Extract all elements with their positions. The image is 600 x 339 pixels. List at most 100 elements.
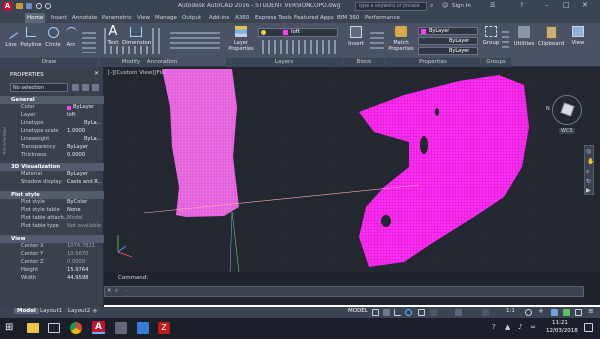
prop-row[interactable]: Plot style ByColor [0, 199, 104, 207]
layer-dropdown[interactable]: loft [258, 28, 338, 37]
match-properties-tool[interactable]: Match Properties [388, 26, 414, 52]
customization-menu-icon[interactable]: ≡ [588, 307, 594, 315]
command-close-icon[interactable]: ✕ [107, 288, 112, 294]
search-box[interactable]: Type a keyword or phrase [355, 2, 427, 11]
annotation-scale[interactable]: 1:1 [506, 308, 515, 314]
tab-performance[interactable]: Performance [363, 13, 402, 23]
tab-home[interactable]: Home [25, 13, 46, 23]
snap-toggle-icon[interactable] [383, 309, 390, 316]
plus-icon[interactable]: + [538, 307, 544, 315]
tab-model[interactable]: Model [14, 308, 39, 314]
clean-screen-icon[interactable] [575, 309, 582, 316]
group-tool[interactable]: Group [482, 26, 500, 46]
viewcube-box[interactable] [560, 102, 575, 117]
linetype-dropdown[interactable]: ByLayer [418, 37, 478, 45]
color-dropdown[interactable]: ByLayer [418, 27, 478, 35]
prop-row[interactable]: Plot table attach... Model [0, 215, 104, 223]
prop-row[interactable]: Linetype ByLa... [0, 120, 104, 128]
hardware-acceleration-icon[interactable] [563, 309, 570, 316]
prop-row[interactable]: Center X 1074.7821 [0, 243, 104, 251]
section-plot-style[interactable]: Plot style [0, 191, 104, 199]
layer-properties-tool[interactable]: Layer Properties [228, 26, 254, 52]
layer-tools-icon[interactable] [258, 40, 338, 54]
search-icon[interactable]: ⌕ [430, 2, 433, 10]
panel-label-block[interactable]: Block [343, 58, 385, 67]
prop-row[interactable]: Thickness 0.0000 [0, 152, 104, 160]
tab-bim-360[interactable]: BIM 360 [335, 13, 361, 23]
undo-icon[interactable] [36, 3, 42, 9]
dimension-tool[interactable]: Dimension [122, 25, 151, 46]
store-icon[interactable] [137, 322, 149, 334]
tab-manage[interactable]: Manage [153, 13, 179, 23]
prop-row[interactable]: Transparency ByLayer [0, 144, 104, 152]
tab-insert[interactable]: Insert [49, 13, 69, 23]
arc-tool[interactable]: Arc [64, 27, 78, 48]
open-icon[interactable] [16, 3, 23, 9]
circle-tool[interactable]: Circle [45, 27, 61, 48]
utilities-tool[interactable]: Utilities [512, 26, 536, 47]
clipboard-tool[interactable]: Clipboard [538, 26, 564, 47]
tab-featured-apps[interactable]: Featured Apps [292, 13, 336, 23]
ortho-toggle-icon[interactable] [394, 309, 401, 316]
prop-row[interactable]: Linetype scale 1.0000 [0, 128, 104, 136]
annotation-visibility-icon[interactable] [482, 309, 489, 316]
search-input[interactable]: Type a keyword or phrase [358, 4, 420, 9]
zoom-icon[interactable]: ⌕ [586, 168, 589, 176]
tray-date[interactable]: 12/03/2018 [546, 328, 578, 334]
chrome-icon[interactable] [70, 322, 82, 334]
select-objects-icon[interactable] [82, 84, 89, 91]
section-3d-visualization[interactable]: 3D Visualization [0, 163, 104, 171]
osnap-toggle-icon[interactable] [418, 309, 425, 316]
prop-row[interactable]: Shadow display Casts and R... [0, 179, 104, 187]
user-icon[interactable]: ☺ [442, 2, 448, 9]
prop-row[interactable]: Center Z 0.0000 [0, 259, 104, 267]
prop-row[interactable]: Height 15.9764 [0, 267, 104, 275]
palette-close-icon[interactable]: ✕ [94, 70, 99, 77]
start-windows-icon[interactable]: ⊞ [5, 322, 13, 333]
group-tools-icon[interactable] [502, 28, 509, 50]
drawing-viewport[interactable]: [-][Custom View][Flat] N WCS ◎ ✋ ⌕ ↻ ▶ [104, 67, 600, 272]
steering-wheel-icon[interactable]: ◎ [586, 148, 591, 155]
minimize-button[interactable]: – [545, 1, 549, 9]
new-layout-button[interactable]: + [92, 307, 98, 315]
model-canvas[interactable] [104, 67, 600, 272]
section-view[interactable]: View [0, 235, 104, 243]
isolate-objects-icon[interactable] [551, 309, 558, 316]
panel-label-layers[interactable]: Layers [226, 58, 342, 67]
workspace-gear-icon[interactable] [525, 309, 532, 316]
loft-surface-bent[interactable] [359, 75, 529, 267]
help-icon[interactable]: ? [520, 2, 523, 9]
text-tool[interactable]: A Text [106, 25, 120, 46]
restore-button[interactable]: □ [563, 1, 570, 9]
tab-output[interactable]: Output [180, 13, 203, 23]
tab-view[interactable]: View [135, 13, 152, 23]
tab-add-ins[interactable]: Add-ins [207, 13, 232, 23]
polar-toggle-icon[interactable] [405, 309, 412, 316]
selection-dropdown[interactable]: No selection [10, 83, 68, 92]
prop-row[interactable]: Layer loft [0, 112, 104, 120]
pan-icon[interactable]: ✋ [587, 158, 594, 165]
tray-volume-icon[interactable]: ♪ [518, 323, 522, 331]
prop-row[interactable]: Center Y 10.5670 [0, 251, 104, 259]
grid-toggle-icon[interactable] [372, 309, 379, 316]
prop-row[interactable]: Plot style table None [0, 207, 104, 215]
save-icon[interactable] [26, 3, 32, 9]
file-explorer-icon[interactable] [27, 323, 39, 333]
section-general[interactable]: General [0, 96, 104, 104]
block-tools-icon[interactable] [370, 29, 384, 51]
tray-wifi-icon[interactable]: ≈ [530, 323, 536, 331]
tab-parametric[interactable]: Parametric [100, 13, 134, 23]
viewcube[interactable]: N [546, 95, 582, 125]
redo-icon[interactable] [45, 3, 51, 9]
tab-layout1[interactable]: Layout1 [40, 308, 62, 314]
tab-a360[interactable]: A360 [233, 13, 251, 23]
filezilla-icon[interactable]: Z [158, 322, 170, 334]
task-view-icon[interactable] [48, 323, 60, 333]
prop-row[interactable]: Width 44.9598 [0, 275, 104, 283]
tab-express-tools[interactable]: Express Tools [253, 13, 294, 23]
polyline-tool[interactable]: Polyline [20, 27, 42, 48]
draw-tools-icon[interactable] [82, 29, 96, 53]
tray-help-icon[interactable]: ? [492, 323, 496, 331]
lineweight-dropdown[interactable]: ByLayer [418, 47, 478, 55]
loft-surface-vertical[interactable] [162, 69, 239, 217]
